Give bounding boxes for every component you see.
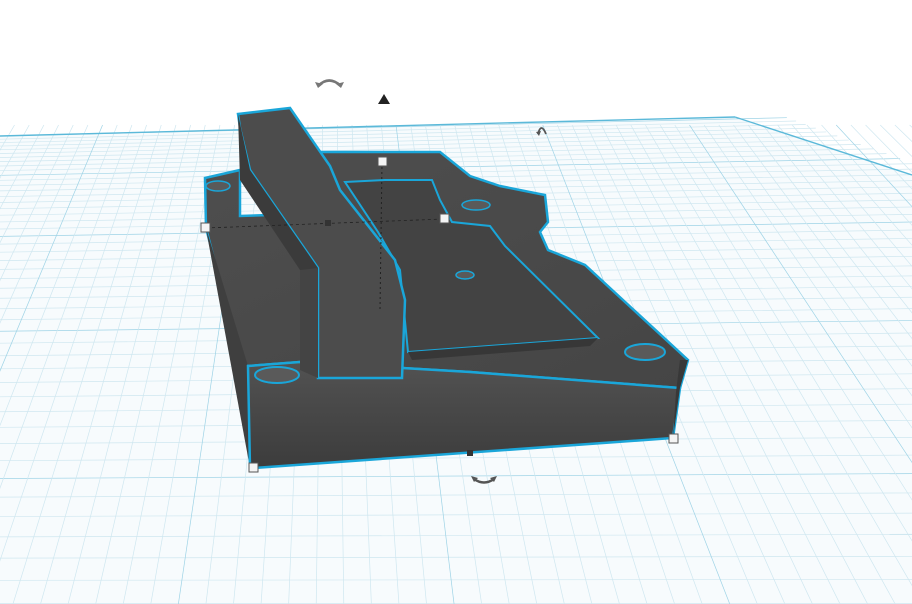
corner-handle-front-right[interactable] bbox=[668, 433, 679, 444]
up-arrow-icon[interactable] bbox=[378, 94, 390, 104]
height-handle[interactable] bbox=[377, 156, 388, 167]
boss-hole-back-right bbox=[461, 199, 491, 211]
corner-handle-back-right[interactable] bbox=[439, 213, 450, 224]
edge-handle-front[interactable] bbox=[467, 450, 473, 456]
workplane-viewport[interactable] bbox=[0, 0, 912, 604]
center-hole bbox=[455, 270, 475, 280]
boss-hole-front-right bbox=[624, 343, 666, 361]
corner-handle-back-left[interactable] bbox=[200, 222, 211, 233]
corner-handle-front-left[interactable] bbox=[248, 462, 259, 473]
rotate-arc-icon[interactable] bbox=[315, 79, 344, 89]
boss-hole-front-left bbox=[254, 366, 300, 384]
boss-hole-back-left bbox=[205, 180, 231, 192]
rail-foot bbox=[300, 268, 318, 378]
edge-handle-left[interactable] bbox=[325, 220, 331, 226]
